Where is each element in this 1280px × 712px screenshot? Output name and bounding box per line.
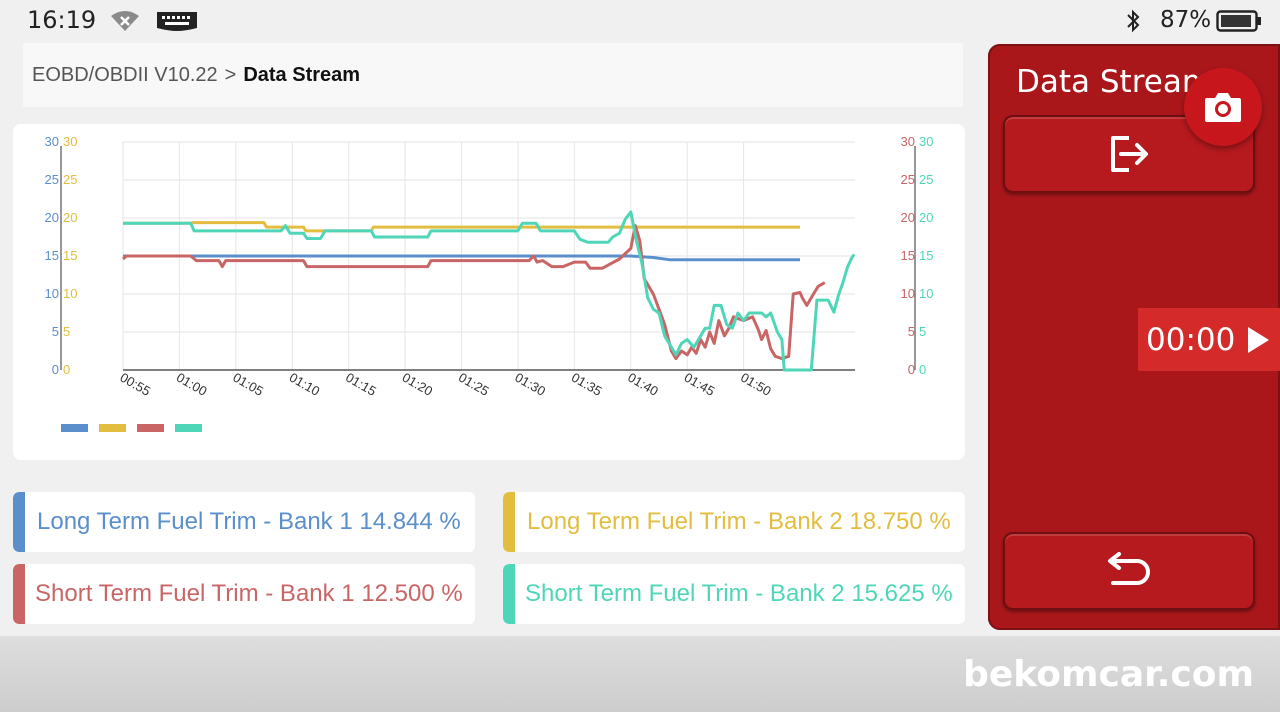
screenshot-button[interactable] [1184,68,1262,146]
chart-card: 0 0 0 0 5 5 5 5 10 10 10 10 15 15 15 15 20 20 20 20 25 25 25 25… [13,124,965,460]
y-tick-right-red: 20 [901,210,915,225]
y-tick-left-yellow: 30 [63,134,77,149]
bluetooth-icon [1125,9,1141,38]
x-tick-label: 01:00 [174,370,210,399]
y-tick-right-teal: 15 [919,248,933,263]
status-time: 16:19 [27,6,97,34]
y-tick-right-teal: 5 [919,324,926,339]
keyboard-icon [155,10,199,37]
y-tick-right-red: 15 [901,248,915,263]
y-tick-left-yellow: 0 [63,362,70,377]
side-panel-title: Data Stream [1016,64,1213,100]
readout-label: Long Term Fuel Trim - Bank 2 18.750 % [527,508,951,535]
wifi-off-icon [110,10,140,37]
readout-label: Short Term Fuel Trim - Bank 2 15.625 % [525,580,953,607]
y-tick-left-blue: 25 [45,172,59,187]
y-tick-left-yellow: 25 [63,172,77,187]
chart-legend [61,424,202,432]
readout-short-term-bank2[interactable]: Short Term Fuel Trim - Bank 2 15.625 % [503,564,965,624]
y-tick-right-teal: 20 [919,210,933,225]
legend-swatch-long-term-bank1 [61,424,88,432]
breadcrumb-current: Data Stream [243,63,361,86]
y-tick-left-blue: 10 [45,286,59,301]
x-tick-label: 01:45 [682,370,718,399]
series-line [122,224,826,361]
legend-swatch-short-term-bank2 [175,424,202,432]
y-tick-right-red: 5 [908,324,915,339]
x-tick-label: 00:55 [118,370,154,399]
legend-swatch-short-term-bank1 [137,424,164,432]
line-chart: 0 0 0 05 5 5 510 10 10 1015 15 15 1520 20 20 2025 25 25 25… [45,134,934,399]
series-line [123,210,856,372]
y-tick-left-blue: 0 [52,362,59,377]
battery-icon [1216,9,1262,38]
readout-label: Long Term Fuel Trim - Bank 1 14.844 % [37,508,461,535]
x-tick-label: 01:10 [287,370,323,399]
x-tick-label: 01:35 [569,370,605,399]
exit-icon [1111,136,1148,172]
status-bar: 16:19 87% [0,0,1280,42]
watermark: bekomcar.com [963,654,1254,695]
play-icon [1248,327,1269,353]
camera-icon [1205,93,1241,122]
readout-color-stripe [13,492,25,552]
battery-percent: 87% [1160,7,1212,33]
y-tick-left-yellow: 20 [63,210,77,225]
y-tick-right-teal: 10 [919,286,933,301]
x-tick-label: 01:15 [343,370,379,399]
readout-short-term-bank1[interactable]: Short Term Fuel Trim - Bank 1 12.500 % [13,564,475,624]
readout-color-stripe [503,564,515,624]
readout-long-term-bank1[interactable]: Long Term Fuel Trim - Bank 1 14.844 % [13,492,475,552]
legend-swatch-long-term-bank2 [99,424,126,432]
readout-label: Short Term Fuel Trim - Bank 1 12.500 % [35,580,463,607]
x-tick-label: 01:20 [400,370,436,399]
breadcrumb-root[interactable]: EOBD/OBDII V10.22 [32,64,218,87]
y-tick-left-blue: 5 [52,324,59,339]
record-timer-button[interactable]: 00:00 [1138,308,1280,371]
x-tick-label: 01:40 [625,370,661,399]
breadcrumb: EOBD/OBDII V10.22 > Data Stream [23,43,963,107]
y-tick-left-blue: 30 [45,134,59,149]
x-tick-label: 01:50 [738,370,774,399]
readout-color-stripe [13,564,25,624]
y-tick-right-red: 0 [908,362,915,377]
breadcrumb-separator: > [224,63,237,86]
y-tick-right-teal: 0 [919,362,926,377]
y-tick-right-teal: 30 [919,134,933,149]
readout-color-stripe [503,492,515,552]
x-tick-label: 01:30 [512,370,548,399]
y-tick-left-blue: 20 [45,210,59,225]
y-tick-left-yellow: 10 [63,286,77,301]
y-tick-left-blue: 15 [45,248,59,263]
y-tick-right-red: 10 [901,286,915,301]
x-tick-label: 01:25 [456,370,492,399]
y-tick-right-red: 30 [901,134,915,149]
return-arrow-icon [1108,552,1150,585]
back-button[interactable] [1003,532,1255,610]
y-tick-right-red: 25 [901,172,915,187]
y-tick-left-yellow: 15 [63,248,77,263]
timer-display: 00:00 [1146,322,1236,358]
x-tick-label: 01:05 [230,370,266,399]
readout-long-term-bank2[interactable]: Long Term Fuel Trim - Bank 2 18.750 % [503,492,965,552]
y-tick-right-teal: 25 [919,172,933,187]
y-tick-left-yellow: 5 [63,324,70,339]
